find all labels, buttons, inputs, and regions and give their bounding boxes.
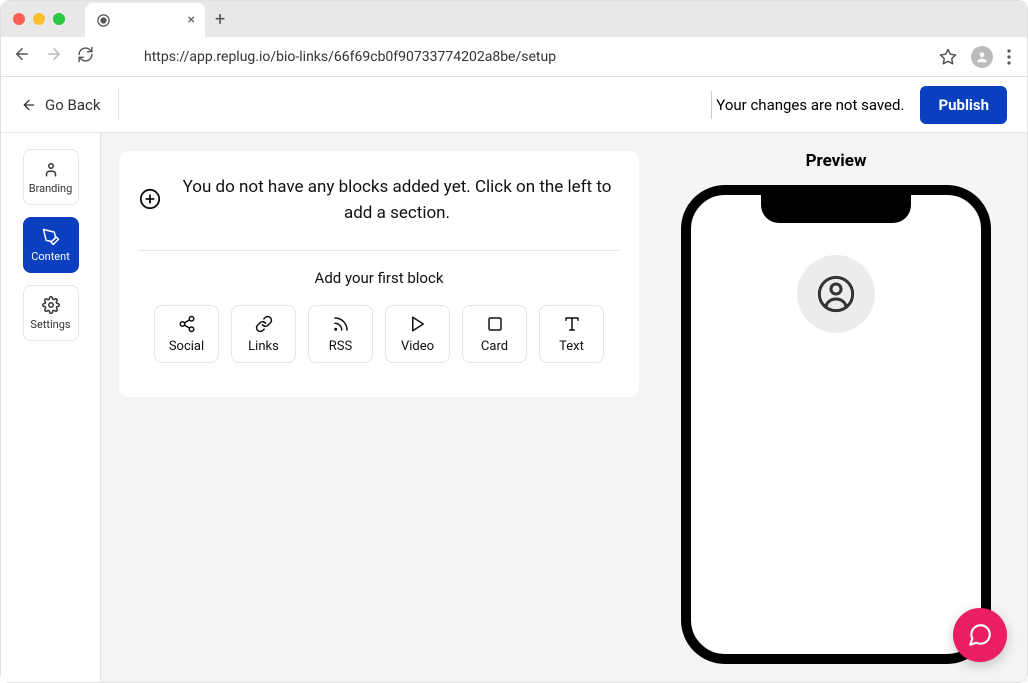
block-type-label: RSS [329,339,352,354]
block-type-card[interactable]: Card [462,305,527,363]
sidebar-item-label: Branding [29,182,73,195]
sidebar-item-label: Content [31,250,70,263]
content-area: You do not have any blocks added yet. Cl… [101,133,1027,682]
main-area: Branding Content Settings You do not hav… [1,133,1027,682]
save-status-text: Your changes are not saved. [711,91,904,119]
block-type-label: Video [401,339,434,354]
sidebar-item-branding[interactable]: Branding [23,149,79,205]
bookmark-star-icon[interactable] [939,48,957,66]
new-tab-button[interactable]: + [215,9,225,30]
browser-tab-bar: × + [1,1,1027,37]
publish-button[interactable]: Publish [920,86,1007,124]
maximize-window-button[interactable] [53,13,65,25]
editor-panel: You do not have any blocks added yet. Cl… [119,151,639,397]
browser-menu-button[interactable] [1007,49,1011,65]
block-type-label: Links [248,339,279,354]
reload-button[interactable] [77,46,94,67]
block-type-label: Social [169,339,204,354]
block-type-video[interactable]: Video [385,305,450,363]
divider [139,250,619,251]
preview-area: Preview [663,151,1009,664]
block-type-social[interactable]: Social [154,305,219,363]
address-bar[interactable] [128,43,925,71]
close-window-button[interactable] [13,13,25,25]
forward-button[interactable] [45,45,63,68]
empty-state-message: You do not have any blocks added yet. Cl… [175,175,619,226]
sidebar-item-settings[interactable]: Settings [23,285,79,341]
browser-tab[interactable]: × [85,3,205,37]
phone-preview-frame [681,185,991,664]
window-controls [13,13,65,25]
block-type-links[interactable]: Links [231,305,296,363]
phone-notch [761,195,911,223]
sidebar-item-content[interactable]: Content [23,217,79,273]
minimize-window-button[interactable] [33,13,45,25]
back-button[interactable] [13,45,31,68]
go-back-label: Go Back [45,96,100,114]
go-back-button[interactable]: Go Back [21,89,119,121]
tab-favicon-icon [95,12,111,28]
block-type-text[interactable]: Text [539,305,604,363]
sidebar: Branding Content Settings [1,133,101,682]
app-header: Go Back Your changes are not saved. Publ… [1,77,1027,133]
block-type-label: Text [559,339,584,354]
block-type-grid: Social Links RSS Video Card [139,305,619,363]
profile-button[interactable] [971,46,993,68]
block-type-rss[interactable]: RSS [308,305,373,363]
preview-label: Preview [806,151,867,171]
tab-close-icon[interactable]: × [188,12,195,28]
chat-support-button[interactable] [953,608,1007,662]
browser-toolbar [1,37,1027,77]
add-block-icon[interactable] [139,188,161,214]
avatar-placeholder [797,255,875,333]
first-block-label: Add your first block [139,269,619,287]
block-type-label: Card [481,339,508,354]
sidebar-item-label: Settings [30,318,70,331]
